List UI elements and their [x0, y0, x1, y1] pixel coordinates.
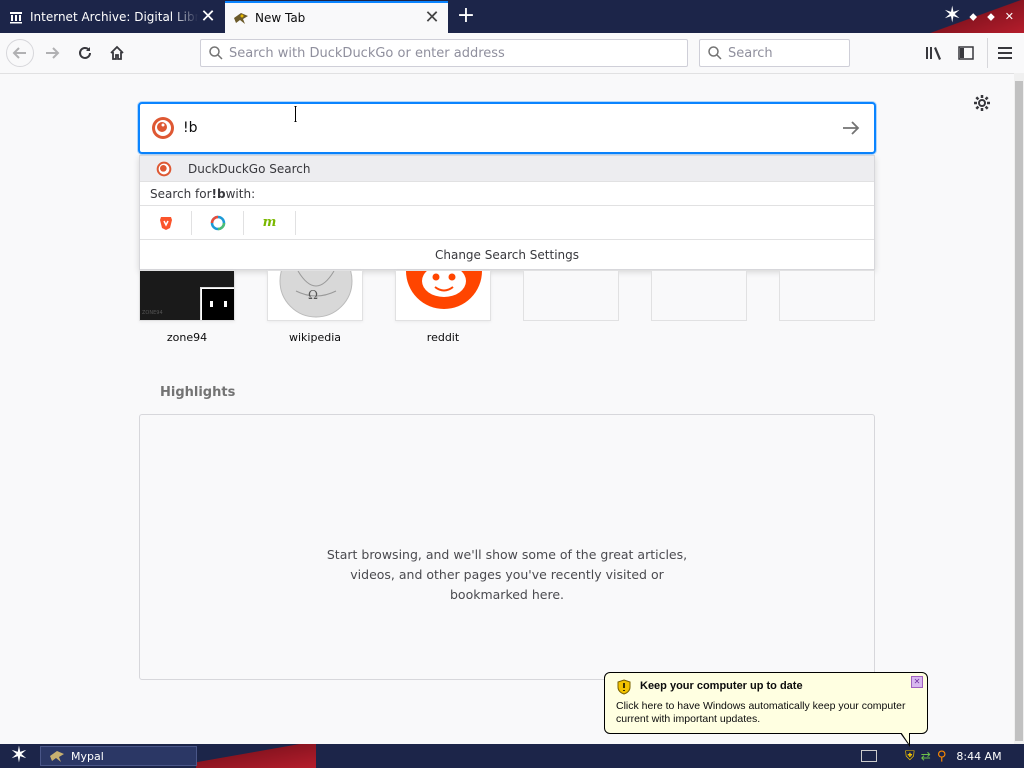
top-site-empty-tile	[651, 270, 747, 321]
toolbar-separator	[987, 38, 988, 68]
qwant-icon	[210, 215, 225, 230]
taskbar-item-mypal[interactable]: Mypal	[40, 746, 197, 766]
top-site-tile[interactable]: reddit	[395, 270, 491, 344]
engine-button-mojeek[interactable]: m	[244, 210, 296, 235]
top-site-thumbnail: Ω	[267, 270, 363, 321]
default-engine-label: DuckDuckGo Search	[188, 161, 311, 176]
top-site-tile[interactable]: Ω wikipedia	[267, 270, 363, 344]
go-arrow-icon[interactable]	[842, 120, 860, 136]
reload-icon	[79, 46, 91, 59]
library-button[interactable]	[920, 39, 948, 67]
hamburger-menu-icon	[998, 47, 1012, 59]
newtab-search-input[interactable]: !b	[138, 102, 876, 154]
top-site-placeholder	[779, 270, 875, 321]
top-site-thumbnail	[395, 270, 491, 321]
balloon-close-icon[interactable]: ✕	[911, 676, 923, 688]
balloon-tail-fill	[901, 732, 909, 744]
svg-text:Ω: Ω	[308, 288, 318, 302]
library-icon	[926, 47, 941, 60]
tab-internet-archive[interactable]: Internet Archive: Digital Library of Fre…	[0, 1, 224, 33]
search-tray-icon[interactable]: ⚲	[937, 749, 947, 764]
change-search-settings-button[interactable]: Change Search Settings	[140, 240, 874, 270]
close-tab-icon[interactable]: ✕	[198, 7, 218, 27]
maximize-icon[interactable]: ⬥	[987, 10, 995, 24]
balloon-title: Keep your computer up to date	[640, 680, 803, 692]
update-notification-balloon[interactable]: Keep your computer up to date Click here…	[604, 672, 928, 734]
start-button-star-icon[interactable]: ✶	[4, 744, 34, 768]
wikipedia-globe-icon: Ω	[279, 271, 353, 318]
reload-button[interactable]	[71, 39, 99, 67]
search-input-value: !b	[183, 120, 198, 136]
top-site-label: wikipedia	[288, 331, 341, 344]
window-controls: ⬥ ⬥ ✕	[969, 0, 1024, 33]
mypal-icon	[233, 10, 249, 26]
tab-label: Internet Archive: Digital Library of Fre…	[30, 10, 198, 24]
search-for-header: Search for !b with:	[140, 181, 874, 206]
mojeek-icon: m	[262, 215, 277, 230]
top-site-label: reddit	[426, 331, 460, 344]
search-suggestions-dropdown: DuckDuckGo Search Search for !b with: m …	[139, 155, 875, 270]
network-icon[interactable]: ⇄	[921, 749, 931, 763]
search-icon	[209, 46, 223, 60]
search-bar[interactable]: Search	[699, 39, 850, 67]
brave-icon	[159, 216, 172, 230]
engine-button-qwant[interactable]	[192, 210, 244, 235]
taskbar-item-label: Mypal	[71, 749, 104, 763]
customize-gear-icon[interactable]	[973, 94, 993, 114]
search-bar-placeholder: Search	[728, 45, 773, 61]
top-site-placeholder	[523, 270, 619, 321]
back-button[interactable]	[6, 39, 34, 67]
back-arrow-icon	[12, 47, 26, 59]
mypal-icon	[50, 751, 64, 762]
alternate-engines-row: m	[140, 206, 874, 240]
vertical-scrollbar[interactable]	[1014, 73, 1024, 744]
new-tab-plus-icon[interactable]: +	[455, 4, 477, 28]
security-shield-icon[interactable]: ⛨	[905, 749, 915, 764]
url-bar[interactable]: Search with DuckDuckGo or enter address	[200, 39, 688, 67]
clock[interactable]: 8:44 AM	[956, 750, 1001, 763]
minimize-icon[interactable]: ⬥	[969, 10, 977, 24]
duckduckgo-icon	[156, 161, 172, 176]
menu-button[interactable]	[991, 39, 1019, 67]
close-window-icon[interactable]: ✕	[1005, 10, 1014, 23]
search-for-suffix: with:	[225, 186, 256, 201]
sidebar-toggle-button[interactable]	[952, 39, 980, 67]
search-for-prefix: Search for	[150, 186, 212, 201]
forward-arrow-icon	[46, 47, 60, 59]
top-site-placeholder	[651, 270, 747, 321]
archive-icon	[8, 9, 24, 25]
top-site-label: zone94	[166, 331, 208, 344]
forward-button[interactable]	[38, 39, 66, 67]
star-logo-icon: ✶	[943, 3, 962, 28]
home-button[interactable]	[103, 39, 131, 67]
taskbar-flag-decoration	[196, 744, 316, 768]
tab-new-tab[interactable]: New Tab ✕	[225, 1, 448, 33]
highlights-heading: Highlights	[160, 385, 236, 400]
system-tray: ⛨ ⇄ ⚲ 8:44 AM	[855, 744, 1024, 768]
duckduckgo-icon	[152, 117, 174, 139]
close-tab-icon[interactable]: ✕	[422, 8, 442, 28]
reddit-icon	[406, 271, 482, 309]
keyboard-icon[interactable]	[861, 750, 877, 762]
sidebar-icon	[958, 46, 974, 60]
security-shield-icon	[617, 679, 631, 695]
home-icon	[110, 45, 124, 60]
url-bar-placeholder: Search with DuckDuckGo or enter address	[229, 45, 505, 61]
search-for-term: !b	[211, 186, 226, 201]
top-site-empty-tile	[523, 270, 619, 321]
search-icon	[708, 46, 722, 60]
highlights-empty-message: Start browsing, and we'll show some of t…	[326, 547, 688, 602]
tab-label: New Tab	[255, 11, 306, 25]
scrollbar-thumb[interactable]	[1015, 81, 1023, 741]
dropdown-default-engine-row[interactable]: DuckDuckGo Search	[140, 156, 874, 181]
zone94-icon	[200, 287, 234, 320]
engine-button-brave[interactable]	[140, 210, 192, 235]
balloon-text: Click here to have Windows automatically…	[616, 700, 906, 725]
top-site-empty-tile	[779, 270, 875, 321]
top-site-tile[interactable]: ZONE94 zone94	[139, 270, 235, 344]
text-cursor-icon	[294, 105, 297, 123]
top-site-thumbnail: ZONE94	[139, 270, 235, 321]
